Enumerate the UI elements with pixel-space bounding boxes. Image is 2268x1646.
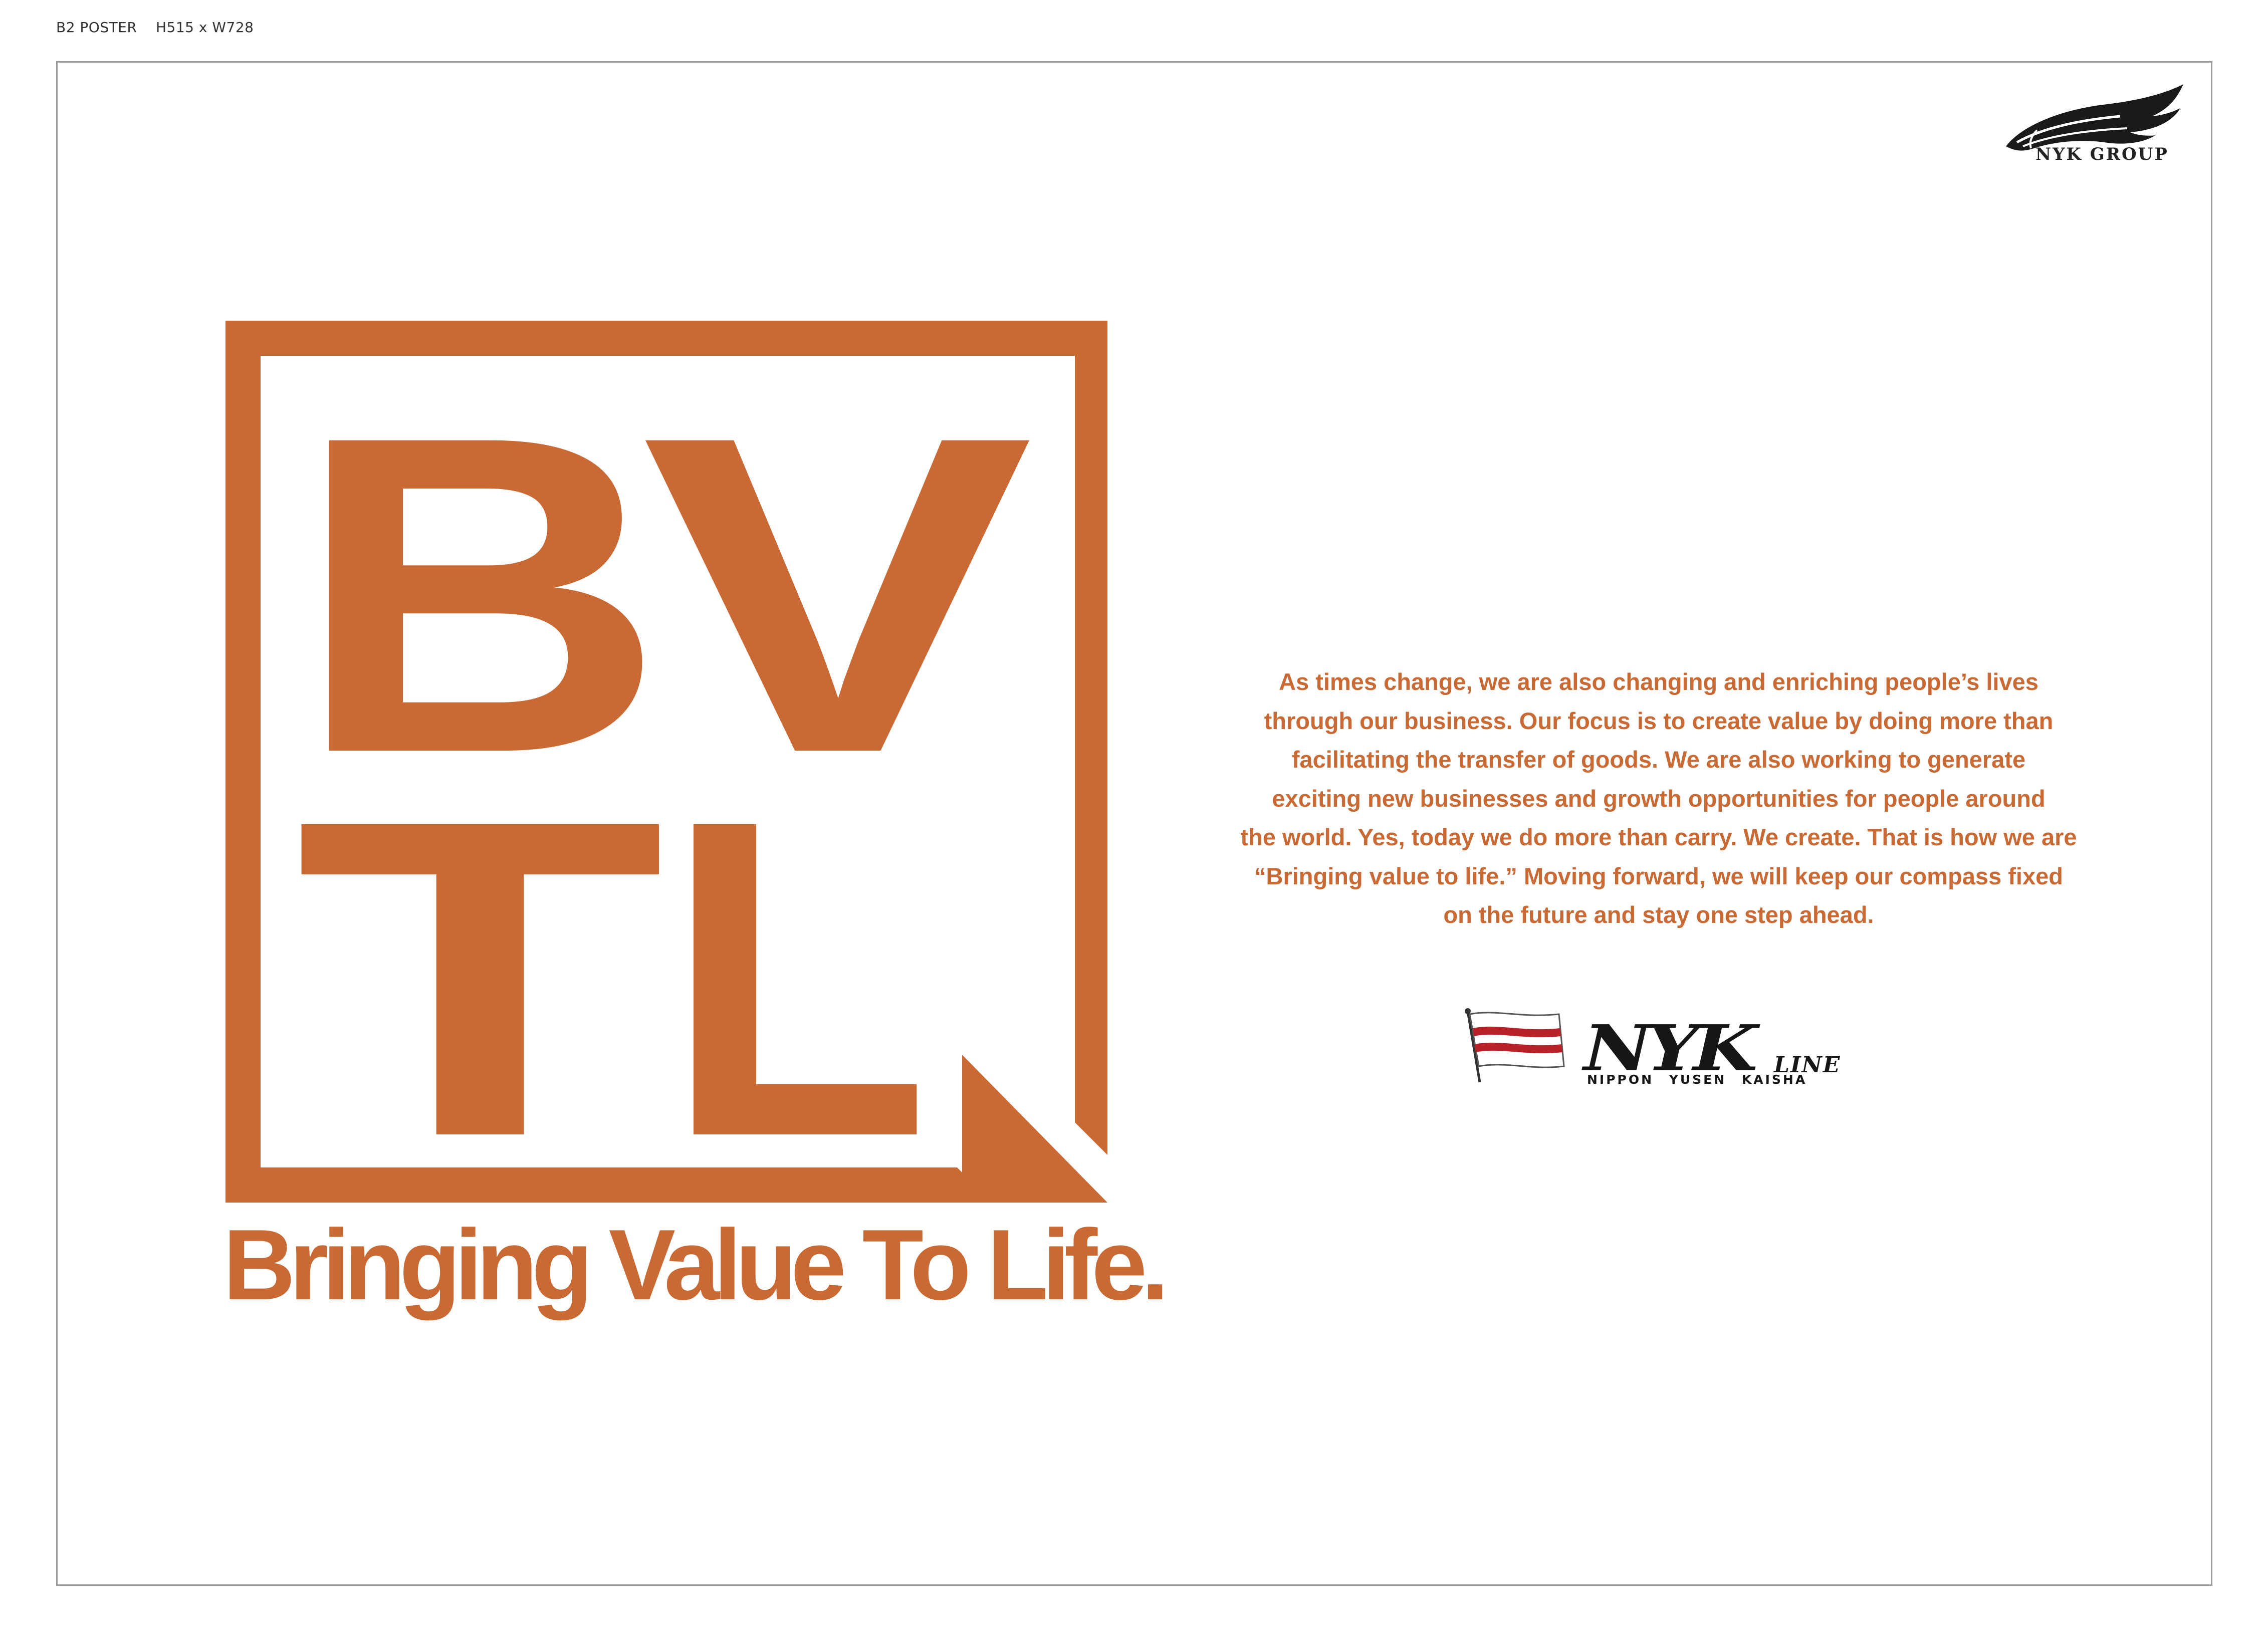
body-copy-line: “Bringing value to life.” Moving forward… — [1254, 862, 2063, 889]
body-copy-line: exciting new businesses and growth oppor… — [1272, 785, 2046, 812]
body-copy-line: through our business. Our focus is to cr… — [1264, 707, 2054, 734]
body-copy-line: the world. Yes, today we do more than ca… — [1240, 824, 2077, 850]
tagline: Bringing Value To Life. — [223, 1209, 1169, 1321]
mark-letter-t: T — [295, 726, 665, 1203]
body-copy-line: on the future and stay one step ahead. — [1443, 901, 1874, 928]
body-copy: As times change, we are also changing an… — [1193, 662, 2125, 934]
nyk-wordmark: NYK — [1583, 1011, 1758, 1085]
nyk-subtitle: NIPPON YUSEN KAISHA — [1587, 1072, 1807, 1087]
group-logo-text: NYK GROUP — [2035, 144, 2169, 164]
body-copy-line: As times change, we are also changing an… — [1279, 668, 2038, 695]
flag-icon — [1465, 1008, 1565, 1083]
body-copy-line: facilitating the transfer of goods. We a… — [1291, 746, 2026, 773]
print-size-label: B2 POSTER H515 x W728 — [56, 19, 254, 36]
mark-letter-l: L — [664, 726, 930, 1203]
bvtl-monogram: B V T L — [225, 321, 1107, 1203]
